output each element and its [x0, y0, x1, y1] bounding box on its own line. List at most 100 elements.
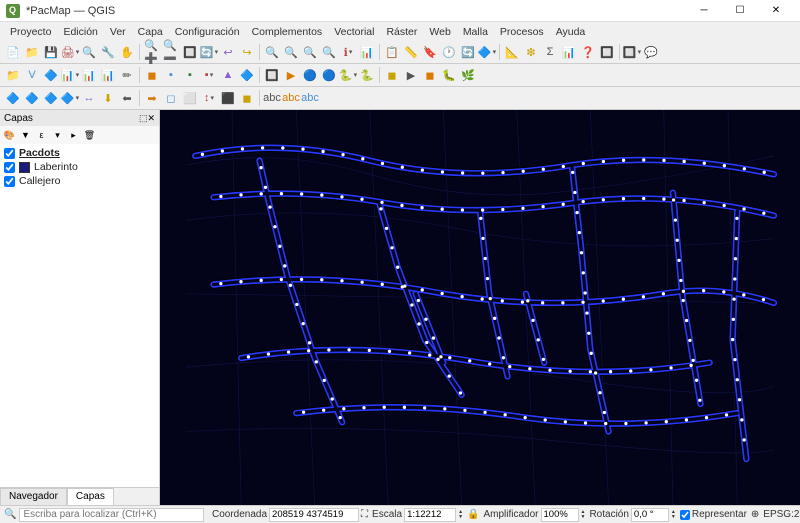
magnifier-spinner[interactable]: ▲▼ [581, 510, 586, 520]
menu-edicion[interactable]: Edición [57, 24, 103, 40]
menu-web[interactable]: Web [423, 24, 456, 40]
layer-expr-icon[interactable]: ε [34, 128, 49, 143]
toolbar-button[interactable]: ◼ [383, 66, 401, 84]
layer-item-pacdots[interactable]: Pacdots [2, 146, 157, 160]
toolbar-button[interactable]: 🔍 [282, 43, 300, 61]
layer-style-icon[interactable]: 🎨 [2, 128, 17, 143]
crs-label[interactable]: EPSG:25830 [763, 509, 800, 520]
lock-icon[interactable]: 🔒 [467, 509, 479, 520]
toolbar-button[interactable]: 💬 [642, 43, 660, 61]
menu-raster[interactable]: Ráster [380, 24, 423, 40]
toolbar-button[interactable]: 📊 [61, 66, 79, 84]
locator-input[interactable] [19, 508, 204, 522]
layer-expand-icon[interactable]: ▾ [50, 128, 65, 143]
toolbar-button[interactable]: 🔲 [181, 43, 199, 61]
render-checkbox[interactable] [680, 510, 690, 520]
toolbar-button[interactable]: 🔷 [238, 66, 256, 84]
toolbar-button[interactable]: ◼ [421, 66, 439, 84]
toolbar-button[interactable]: 🔧 [99, 43, 117, 61]
toolbar-button[interactable]: abc [301, 89, 319, 107]
tab-capas[interactable]: Capas [67, 488, 114, 505]
layer-check-callejero[interactable] [4, 176, 15, 187]
toolbar-button[interactable]: ⬅ [118, 89, 136, 107]
toolbar-button[interactable]: ◼ [238, 89, 256, 107]
coord-input[interactable] [269, 508, 359, 522]
toolbar-button[interactable]: 📏 [402, 43, 420, 61]
menu-ayuda[interactable]: Ayuda [550, 24, 592, 40]
toolbar-button[interactable]: 📁 [23, 43, 41, 61]
toolbar-button[interactable]: 🔄 [200, 43, 218, 61]
toolbar-button[interactable]: ▶ [402, 66, 420, 84]
toolbar-button[interactable]: 🔵 [320, 66, 338, 84]
toolbar-button[interactable]: 🔍 [320, 43, 338, 61]
toolbar-button[interactable]: 🔲 [263, 66, 281, 84]
toolbar-button[interactable]: 🔍➖ [162, 43, 180, 61]
toolbar-button[interactable]: 💾 [42, 43, 60, 61]
maximize-button[interactable]: ☐ [722, 1, 758, 21]
toolbar-button[interactable]: 🌿 [459, 66, 477, 84]
toolbar-button[interactable]: ✋ [118, 43, 136, 61]
toolbar-button[interactable]: ↩ [219, 43, 237, 61]
toolbar-button[interactable]: 🐍 [358, 66, 376, 84]
toolbar-button[interactable]: 🔷 [478, 43, 496, 61]
toolbar-button[interactable]: 📄 [4, 43, 22, 61]
toolbar-button[interactable]: 🐛 [440, 66, 458, 84]
toolbar-button[interactable]: 🔖 [421, 43, 439, 61]
panel-pin-icon[interactable]: ⬚✕ [139, 113, 155, 124]
toolbar-button[interactable]: ◻ [162, 89, 180, 107]
toolbar-button[interactable]: 🔍➕ [143, 43, 161, 61]
toolbar-button[interactable]: ▪ [181, 66, 199, 84]
toolbar-button[interactable]: 🔍 [263, 43, 281, 61]
toolbar-button[interactable]: 📊 [80, 66, 98, 84]
toolbar-button[interactable]: ❇ [522, 43, 540, 61]
crs-icon[interactable]: ⊕ [751, 509, 759, 520]
menu-proyecto[interactable]: Proyecto [4, 24, 57, 40]
toolbar-button[interactable]: 🔄 [459, 43, 477, 61]
scale-input[interactable] [404, 508, 456, 522]
render-toggle[interactable]: Representar [680, 509, 747, 520]
toolbar-button[interactable]: abc [282, 89, 300, 107]
toolbar-button[interactable]: ▪ [200, 66, 218, 84]
toolbar-button[interactable]: 🕐 [440, 43, 458, 61]
tab-navegador[interactable]: Navegador [0, 488, 67, 505]
toolbar-button[interactable]: ↕ [200, 89, 218, 107]
toolbar-button[interactable]: 📐 [503, 43, 521, 61]
rotation-input[interactable] [631, 508, 669, 522]
toolbar-button[interactable]: 📋 [383, 43, 401, 61]
rotation-spinner[interactable]: ▲▼ [671, 510, 676, 520]
toolbar-button[interactable]: 📊 [358, 43, 376, 61]
layer-remove-icon[interactable]: 🗑 [82, 128, 97, 143]
toolbar-button[interactable]: ◼ [143, 66, 161, 84]
menu-complementos[interactable]: Complementos [246, 24, 329, 40]
toolbar-button[interactable]: 🔲 [598, 43, 616, 61]
toolbar-button[interactable]: 🔷 [23, 89, 41, 107]
toolbar-button[interactable]: ▪ [162, 66, 180, 84]
toolbar-button[interactable]: 🔵 [301, 66, 319, 84]
toolbar-button[interactable]: ▶ [282, 66, 300, 84]
toolbar-button[interactable]: 📁 [4, 66, 22, 84]
layer-filter-icon[interactable]: ▼ [18, 128, 33, 143]
toolbar-button[interactable]: ✏ [118, 66, 136, 84]
toolbar-button[interactable]: 🔍 [80, 43, 98, 61]
toolbar-button[interactable]: ↪ [238, 43, 256, 61]
extents-icon[interactable]: ⛶ [361, 509, 368, 520]
layer-check-laberinto[interactable] [4, 162, 15, 173]
minimize-button[interactable]: ─ [686, 1, 722, 21]
toolbar-button[interactable]: 🔷 [4, 89, 22, 107]
layer-item-callejero[interactable]: Callejero [2, 174, 157, 188]
toolbar-button[interactable]: ↔ [80, 89, 98, 107]
toolbar-button[interactable]: ⬜ [181, 89, 199, 107]
toolbar-button[interactable]: 🔷 [42, 66, 60, 84]
menu-capa[interactable]: Capa [132, 24, 169, 40]
layer-item-laberinto[interactable]: Laberinto [2, 160, 157, 174]
menu-malla[interactable]: Malla [457, 24, 494, 40]
toolbar-button[interactable]: ⬛ [219, 89, 237, 107]
toolbar-button[interactable]: 📊 [560, 43, 578, 61]
toolbar-button[interactable]: V [23, 66, 41, 84]
menu-procesos[interactable]: Procesos [494, 24, 550, 40]
menu-ver[interactable]: Ver [104, 24, 132, 40]
scale-spinner[interactable]: ▲▼ [458, 510, 463, 520]
menu-configuracion[interactable]: Configuración [169, 24, 246, 40]
toolbar-button[interactable]: Σ [541, 43, 559, 61]
layer-collapse-icon[interactable]: ▸ [66, 128, 81, 143]
